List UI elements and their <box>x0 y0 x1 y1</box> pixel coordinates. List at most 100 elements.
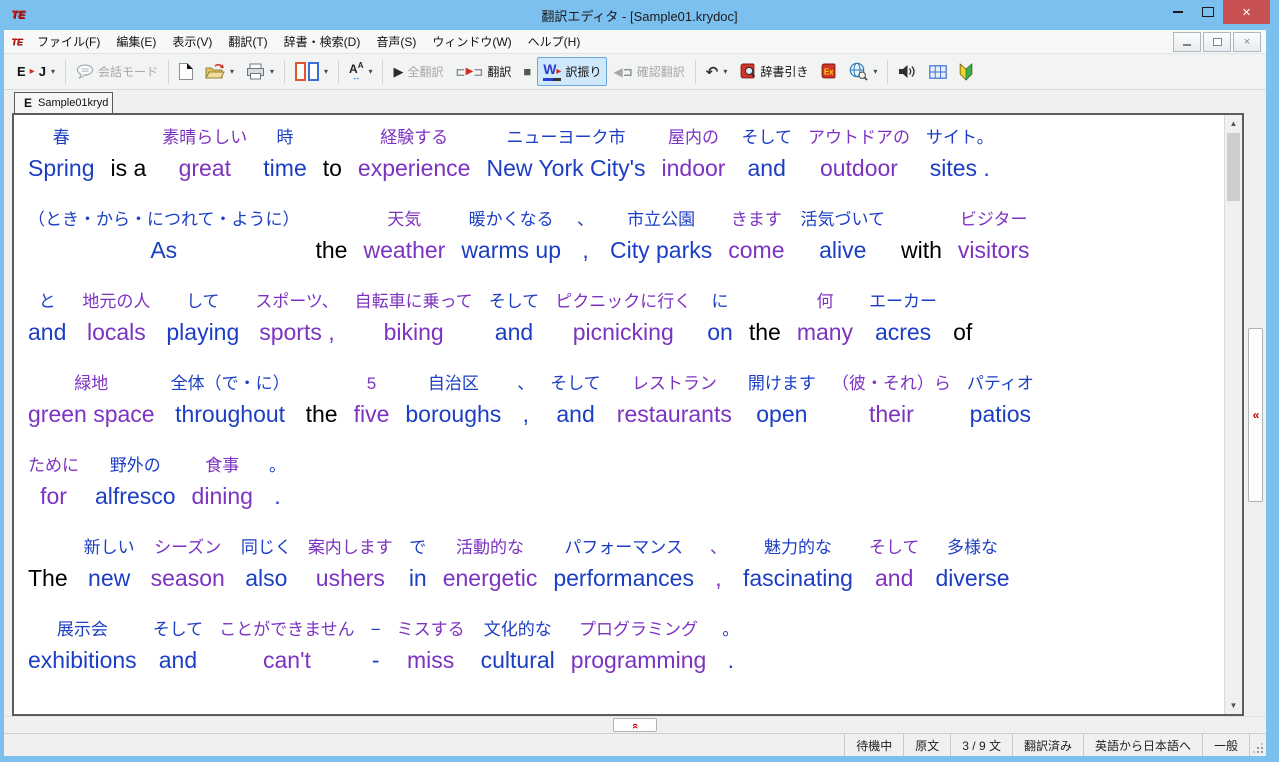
dictionary-lookup-button[interactable]: 辞書引き <box>733 57 814 86</box>
minimize-button[interactable] <box>1163 0 1193 24</box>
word-pair[interactable]: 全体（で・に）throughout <box>171 370 290 431</box>
document-tab[interactable]: E Sample01kryd <box>14 92 113 113</box>
translation-direction-button[interactable]: E▸J ▾ <box>11 57 61 86</box>
undo-button[interactable]: ↶ ▾ <box>700 57 734 86</box>
word-pair[interactable]: シーズンseason <box>151 534 225 595</box>
word-pair[interactable]: 。. <box>722 616 739 677</box>
beginner-mode-button[interactable] <box>953 57 979 86</box>
new-document-button[interactable] <box>173 57 199 86</box>
word-pair[interactable]: 自治区boroughs <box>405 370 501 431</box>
menu-help[interactable]: ヘルプ(H) <box>520 30 589 53</box>
word-pair[interactable]: −- <box>371 616 381 677</box>
layout-view-button[interactable]: ▾ <box>289 57 334 86</box>
word-pair[interactable]: 活気づいてalive <box>801 206 886 267</box>
word-pair[interactable]: とand <box>28 288 66 349</box>
word-pair[interactable]: ことができませんcan't <box>219 616 355 677</box>
maximize-button[interactable] <box>1193 0 1223 24</box>
word-pair[interactable]: 活動的なenergetic <box>443 534 538 595</box>
word-pair[interactable]: of <box>953 288 972 349</box>
scroll-down-icon[interactable]: ▼ <box>1225 697 1242 714</box>
word-pair[interactable]: ミスするmiss <box>397 616 465 677</box>
document-area[interactable]: 春Springis a素晴らしいgreat時timeto経験するexperien… <box>14 115 1224 714</box>
menu-edit[interactable]: 編集(E) <box>108 30 164 53</box>
example-dictionary-button[interactable]: Ex <box>814 57 843 86</box>
word-pair[interactable]: 、, <box>517 370 534 431</box>
word-pair[interactable]: 同じくalso <box>241 534 292 595</box>
menu-translate[interactable]: 翻訳(T) <box>220 30 275 53</box>
translate-all-button[interactable]: ▶ 全翻訳 <box>387 57 449 86</box>
word-pair[interactable]: 地元の人locals <box>82 288 150 349</box>
vertical-scrollbar[interactable]: ▲ ▼ <box>1224 115 1242 714</box>
print-button[interactable]: ▾ <box>240 57 280 86</box>
word-pair[interactable]: 暖かくなるwarms up <box>461 206 561 267</box>
character-palette-button[interactable] <box>923 57 953 86</box>
word-pair[interactable]: 、, <box>710 534 727 595</box>
word-pair[interactable]: with <box>901 206 942 267</box>
word-pair[interactable]: is a <box>110 124 146 185</box>
word-pair[interactable]: ピクニックに行くpicnicking <box>555 288 691 349</box>
word-pair[interactable]: 屋内のindoor <box>662 124 726 185</box>
word-pair[interactable]: the <box>749 288 781 349</box>
scrollbar-thumb[interactable] <box>1227 133 1240 201</box>
speech-button[interactable] <box>892 57 923 86</box>
right-pane-expand-handle[interactable]: « <box>1248 328 1263 502</box>
word-pair[interactable]: アウトドアのoutdoor <box>808 124 910 185</box>
translate-button[interactable]: ⊏▶⊐ 翻訳 <box>450 57 518 86</box>
word-pair[interactable]: 文化的なcultural <box>481 616 555 677</box>
word-pair[interactable]: 案内しますushers <box>308 534 393 595</box>
word-pair[interactable]: （彼・それ）らtheir <box>832 370 951 431</box>
word-pair[interactable]: the <box>306 370 338 431</box>
word-pair[interactable]: ためにfor <box>28 452 79 513</box>
word-pair[interactable]: にon <box>707 288 733 349</box>
word-pair[interactable]: （とき・から・につれて・ように）As <box>28 206 300 267</box>
word-pair[interactable]: 市立公園City parks <box>610 206 712 267</box>
word-pair[interactable]: 素晴らしいgreat <box>162 124 247 185</box>
open-document-button[interactable]: ▾ <box>199 57 240 86</box>
word-pair[interactable]: 経験するexperience <box>358 124 471 185</box>
word-pair[interactable]: そしてand <box>741 124 792 185</box>
word-pair[interactable]: 開けますopen <box>748 370 816 431</box>
word-pair[interactable]: 食事dining <box>192 452 253 513</box>
menu-window[interactable]: ウィンドウ(W) <box>424 30 519 53</box>
word-pair[interactable]: 多様なdiverse <box>935 534 1009 595</box>
menu-dictionary-search[interactable]: 辞書・検索(D) <box>276 30 369 53</box>
word-pair[interactable]: the <box>316 206 348 267</box>
word-pair[interactable]: 展示会exhibitions <box>28 616 137 677</box>
word-pair[interactable]: そしてand <box>153 616 204 677</box>
scroll-up-icon[interactable]: ▲ <box>1225 115 1242 132</box>
word-pair[interactable]: サイト。sites . <box>926 124 994 185</box>
word-pair[interactable]: ニューヨーク市New York City's <box>486 124 645 185</box>
word-pair[interactable]: 。. <box>269 452 286 513</box>
word-pair[interactable]: to <box>323 124 342 185</box>
close-button[interactable]: × <box>1223 0 1270 24</box>
word-pair[interactable]: 新しいnew <box>84 534 135 595</box>
word-pair[interactable]: プログラミングprogramming <box>571 616 707 677</box>
stop-button[interactable]: ■ <box>517 57 537 86</box>
word-pair[interactable]: パティオpatios <box>967 370 1034 431</box>
word-pair[interactable]: 緑地green space <box>28 370 155 431</box>
word-pair[interactable]: 自転車に乗ってbiking <box>355 288 473 349</box>
confirm-translate-button[interactable]: ◀⊐ 確認翻訳 <box>607 57 690 86</box>
word-pair[interactable]: そしてand <box>869 534 920 595</box>
word-pair[interactable]: スポーツ、sports , <box>255 288 338 349</box>
word-pair[interactable]: でin <box>409 534 427 595</box>
word-pair[interactable]: エーカーacres <box>869 288 937 349</box>
word-pair[interactable]: 魅力的なfascinating <box>743 534 853 595</box>
mdi-minimize-button[interactable] <box>1173 32 1201 52</box>
word-pair[interactable]: 何many <box>797 288 853 349</box>
word-pair[interactable]: 、, <box>577 206 594 267</box>
word-pair[interactable]: レストランrestaurants <box>617 370 732 431</box>
word-pair[interactable]: そしてand <box>489 288 540 349</box>
resize-grip[interactable] <box>1249 734 1266 756</box>
word-pair[interactable]: そしてand <box>550 370 601 431</box>
word-pair[interactable]: パフォーマンスperformances <box>553 534 694 595</box>
font-size-button[interactable]: AA ↔ ▾ <box>343 57 378 86</box>
menu-view[interactable]: 表示(V) <box>164 30 220 53</box>
word-pair[interactable]: 野外のalfresco <box>95 452 176 513</box>
yakufuri-button[interactable]: W▸ 訳振り <box>537 57 607 86</box>
mdi-restore-button[interactable] <box>1203 32 1231 52</box>
word-pair[interactable]: きますcome <box>728 206 784 267</box>
menu-voice[interactable]: 音声(S) <box>368 30 424 53</box>
mdi-close-button[interactable]: × <box>1233 32 1261 52</box>
word-pair[interactable]: してplaying <box>166 288 239 349</box>
